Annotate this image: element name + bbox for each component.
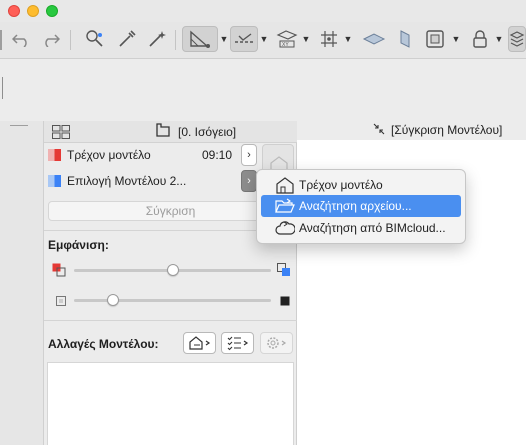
lock-icon[interactable] [468, 26, 492, 52]
current-model-color-marker [48, 149, 61, 161]
menu-item-browse-file[interactable]: Αναζήτηση αρχείου... [261, 195, 461, 217]
chevron-down-icon[interactable]: ▼ [494, 26, 504, 52]
toolbar-separator [175, 30, 176, 50]
model-changes-filter-button[interactable] [183, 332, 216, 354]
syringe-icon[interactable] [114, 26, 140, 52]
compare-button-label: Σύγκριση [145, 204, 196, 218]
menu-item-browse-bimcloud[interactable]: Αναζήτηση από BIMcloud... [261, 217, 461, 239]
grid-snap-icon[interactable] [316, 26, 342, 52]
compare-label: [Σύγκριση Μοντέλου] [391, 123, 503, 137]
overlay-blue-icon [277, 263, 291, 280]
outline-small-icon [56, 295, 66, 309]
snap-guide-icon[interactable] [182, 26, 218, 52]
slider2-track[interactable] [74, 299, 271, 302]
selected-model-color-marker [48, 175, 61, 187]
chevron-right-icon: › [247, 175, 251, 187]
main-toolbar: ▼ ▼ XY ▼ ▼ ▼ ▼ [0, 22, 526, 59]
menu-item-label: Τρέχον μοντέλο [299, 178, 383, 192]
story-icon [156, 123, 170, 140]
coordinates-icon[interactable]: XY [274, 26, 300, 52]
chevron-down-icon[interactable]: ▼ [301, 26, 311, 52]
selected-model-label: Επιλογή Μοντέλου 2... [67, 174, 187, 188]
eyedropper-icon[interactable] [82, 26, 108, 52]
toolbar-separator [70, 30, 71, 50]
menu-item-label: Αναζήτηση από BIMcloud... [299, 221, 446, 235]
undo-icon[interactable] [10, 26, 34, 52]
changes-heading: Αλλαγές Μοντέλου: [48, 337, 159, 351]
section-icon[interactable] [393, 26, 417, 52]
display-frame-icon[interactable] [421, 26, 449, 52]
grid-view-icon[interactable] [52, 125, 70, 142]
current-model-time: 09:10 [202, 148, 233, 162]
chevron-right-icon: › [247, 149, 251, 161]
overlay-red-icon [52, 263, 66, 280]
chevron-down-icon[interactable]: ▼ [451, 26, 461, 52]
selected-model-select-button[interactable]: › [241, 170, 257, 192]
compare-arrows-icon [373, 123, 385, 138]
model-changes-list[interactable] [47, 362, 294, 445]
folder-open-icon [275, 198, 295, 213]
slider2-knob[interactable] [107, 294, 120, 306]
chevron-down-icon[interactable]: ▼ [259, 26, 269, 52]
chevron-down-icon[interactable]: ▼ [343, 26, 353, 52]
plane-icon[interactable] [359, 26, 389, 52]
svg-text:XY: XY [282, 42, 289, 48]
close-window-button[interactable] [8, 5, 20, 17]
display-heading: Εμφάνιση: [48, 238, 109, 252]
divider [10, 125, 28, 126]
model-changes-settings-button[interactable] [260, 332, 293, 354]
current-model-label: Τρέχον μοντέλο [67, 148, 151, 162]
model-changes-list-button[interactable] [221, 332, 254, 354]
palette-header: [0. Ισόγειο] [44, 121, 297, 143]
zoom-window-button[interactable] [46, 5, 58, 17]
gear-icon [266, 337, 286, 349]
divider [44, 320, 297, 321]
model-source-menu: Τρέχον μοντέλο Αναζήτηση αρχείου... Αναζ… [256, 169, 466, 244]
story-label: [0. Ισόγειο] [178, 125, 237, 139]
menu-item-current-model[interactable]: Τρέχον μοντέλο [261, 174, 461, 196]
title-bar [0, 0, 526, 22]
info-box-area [0, 59, 526, 121]
filled-square-icon [280, 295, 290, 309]
magic-wand-icon[interactable] [144, 26, 170, 52]
menu-item-label: Αναζήτηση αρχείου... [299, 199, 412, 213]
house-icon [276, 177, 294, 194]
toolbar-edge [0, 30, 2, 50]
chevron-down-icon[interactable]: ▼ [219, 26, 229, 52]
house-filter-icon [188, 336, 210, 350]
checklist-icon [227, 336, 248, 351]
guide-line-icon[interactable] [230, 26, 258, 52]
minimize-window-button[interactable] [27, 5, 39, 17]
layers-icon[interactable] [508, 26, 526, 52]
current-model-select-button[interactable]: › [241, 144, 257, 166]
redo-icon[interactable] [38, 26, 62, 52]
cloud-icon [275, 221, 295, 235]
toolbox-strip [0, 121, 44, 445]
slider1-knob[interactable] [166, 264, 179, 276]
info-box-edge [2, 77, 3, 99]
